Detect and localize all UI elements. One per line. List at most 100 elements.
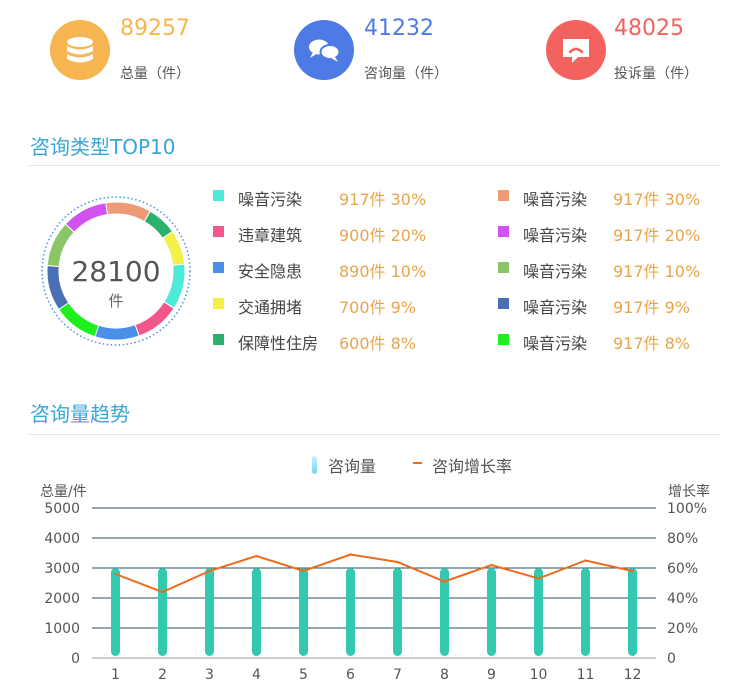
- growth-rate-point: [443, 580, 446, 583]
- complaint-icon: [546, 20, 606, 80]
- legend-item-name: 噪音污染: [523, 190, 588, 209]
- legend-item-name: 噪音污染: [523, 262, 588, 281]
- donut-slice: [46, 223, 76, 268]
- y-tick-label: 3000: [44, 561, 80, 577]
- x-tick-label: 1: [111, 667, 120, 683]
- growth-rate-point: [396, 560, 399, 564]
- legend-item-value: 917件 30%: [613, 190, 701, 209]
- growth-rate-point: [584, 559, 587, 562]
- legend-item: 保障性住房 600件 8%: [213, 331, 453, 353]
- donut-slice: [163, 263, 186, 309]
- legend-item: 噪音污染 917件 9%: [498, 295, 738, 317]
- top10-divider: [28, 165, 720, 166]
- complaint-count: 48025: [614, 16, 684, 41]
- bar: [628, 568, 637, 656]
- x-tick-label: 10: [530, 667, 548, 683]
- chat-bubbles-icon: [294, 20, 354, 80]
- x-tick-label: 2: [158, 667, 167, 683]
- growth-rate-point: [255, 554, 258, 558]
- x-tick-label: 4: [252, 667, 261, 683]
- legend-item-name: 噪音污染: [523, 226, 588, 245]
- legend-item-value: 700件 9%: [339, 298, 417, 317]
- x-tick-label: 9: [487, 667, 496, 683]
- legend-item: 噪音污染 917件 8%: [498, 331, 738, 353]
- bar: [487, 568, 496, 656]
- legend-item-value: 917件 9%: [613, 298, 691, 317]
- x-tick-label: 11: [577, 667, 595, 683]
- bar: [581, 568, 590, 656]
- legend-item: 噪音污染 917件 30%: [213, 187, 453, 209]
- legend-swatch: [498, 190, 509, 201]
- x-tick-label: 7: [393, 667, 402, 683]
- x-tick-label: 8: [440, 667, 449, 683]
- y-tick-label: 2000: [44, 591, 80, 607]
- top10-donut-chart: 28100 件: [41, 196, 191, 346]
- legend-swatch: [213, 262, 224, 273]
- legend-swatch: [213, 334, 224, 345]
- legend-item-value: 600件 8%: [339, 334, 417, 353]
- x-tick-label: 12: [624, 667, 642, 683]
- legend-swatch: [498, 298, 509, 309]
- donut-slice: [46, 264, 70, 311]
- legend-item-name: 噪音污染: [523, 334, 588, 353]
- legend-swatch: [213, 298, 224, 309]
- bar: [111, 568, 120, 656]
- database-icon: [50, 20, 110, 80]
- legend-item-name: 交通拥堵: [238, 298, 303, 317]
- legend-item-value: 917件 20%: [613, 226, 701, 245]
- donut-unit: 件: [108, 292, 123, 310]
- growth-rate-point: [302, 569, 305, 573]
- x-tick-label: 5: [299, 667, 308, 683]
- growth-rate-point: [161, 590, 164, 594]
- legend-item: 噪音污染 917件 20%: [498, 223, 738, 245]
- growth-rate-point: [114, 572, 117, 576]
- x-tick-label: 3: [205, 667, 214, 683]
- top10-title: 咨询类型TOP10: [30, 135, 176, 159]
- growth-rate-point: [490, 563, 493, 567]
- y2-axis-title: 增长率: [668, 483, 710, 500]
- donut-slice: [64, 202, 109, 233]
- legend-swatch: [213, 190, 224, 201]
- y2-tick-label: 80%: [667, 531, 698, 547]
- x-tick-label: 6: [346, 667, 355, 683]
- bar: [205, 568, 214, 656]
- growth-rate-point: [208, 569, 211, 573]
- y-axis-title: 总量/件: [40, 484, 87, 500]
- bar: [299, 568, 308, 656]
- legend-swatch: [498, 226, 509, 237]
- bar: [346, 568, 355, 656]
- legend-item: 噪音污染 917件 10%: [498, 259, 738, 281]
- growth-rate-line: [115, 553, 633, 594]
- y-tick-label: 5000: [44, 501, 80, 517]
- total-count: 89257: [120, 16, 190, 41]
- legend-item: 交通拥堵 700件 9%: [213, 295, 453, 317]
- growth-rate-point: [349, 553, 352, 556]
- legend-item-name: 噪音污染: [238, 190, 303, 209]
- complaint-count-label: 投诉量（件）: [614, 66, 698, 82]
- trend-divider: [28, 434, 720, 435]
- legend-item-value: 900件 20%: [339, 226, 427, 245]
- donut-slice: [94, 324, 140, 341]
- donut-total: 28100: [71, 255, 160, 288]
- y-tick-label: 1000: [44, 621, 80, 637]
- bar: [534, 568, 543, 656]
- donut-slice: [58, 302, 100, 338]
- total-count-label: 总量（件）: [120, 66, 190, 82]
- legend-item-value: 917件 10%: [613, 262, 701, 281]
- legend-item-name: 噪音污染: [523, 298, 588, 317]
- y2-tick-label: 0: [667, 651, 676, 667]
- legend-item-value: 917件 8%: [613, 334, 691, 353]
- bar: [393, 568, 402, 656]
- legend-item-value: 917件 30%: [339, 190, 427, 209]
- y2-tick-label: 60%: [667, 561, 698, 577]
- y-tick-label: 4000: [44, 531, 80, 547]
- donut-slice: [105, 201, 152, 223]
- legend-swatch: [213, 226, 224, 237]
- bar: [158, 568, 167, 656]
- consult-count: 41232: [364, 16, 434, 41]
- y-tick-label: 0: [71, 651, 80, 667]
- legend-item: 噪音污染 917件 30%: [498, 187, 738, 209]
- consult-count-label: 咨询量（件）: [364, 66, 448, 82]
- growth-rate-point: [537, 577, 540, 580]
- growth-rate-point: [631, 569, 634, 573]
